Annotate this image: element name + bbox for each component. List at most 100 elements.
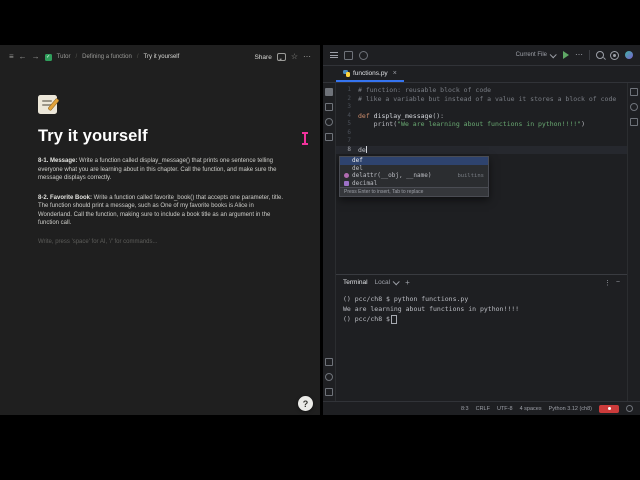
structure-toolwindow-icon[interactable] (325, 133, 333, 141)
code-line[interactable]: 1 # function: reusable block of code (336, 86, 627, 95)
tab-functions-py[interactable]: functions.py × (336, 66, 404, 82)
status-bar: 8:3 CRLF UTF-8 4 spaces Python 3.12 (ch8) (323, 401, 640, 415)
line-number: 6 (347, 128, 351, 136)
package-icon (344, 180, 349, 186)
close-tab-icon[interactable]: × (393, 70, 397, 77)
ide-panel: Current File ⋯ functions.py × 1 # functi… (323, 45, 640, 415)
notion-page-body: Try it yourself 8-1. Message: Write a fu… (0, 69, 320, 245)
breadcrumb-current[interactable]: Try it yourself (144, 54, 180, 60)
sidebar-toggle-icon[interactable]: ≡ (9, 53, 14, 61)
editor-column: 1 # function: reusable block of code 2 # li… (336, 83, 627, 401)
project-icon[interactable] (344, 50, 353, 60)
breadcrumb-separator: / (75, 54, 78, 60)
line-number: 1 (347, 86, 351, 93)
code-line[interactable]: 3 (336, 103, 627, 112)
status-item[interactable]: UTF-8 (497, 406, 513, 412)
terminal-more-icon[interactable]: ⋮ (604, 279, 611, 287)
line-number: 4 (347, 111, 351, 119)
status-item[interactable]: CRLF (476, 406, 490, 412)
notifications-icon[interactable] (630, 88, 638, 96)
code-line[interactable]: 4 def display_message(): (336, 112, 627, 121)
terminal-lines: () pcc/ch8 $ python functions.py We are l… (343, 294, 620, 324)
run-config-label: Current File (515, 52, 547, 58)
notion-toolbar: ≡ ← → ✓ Tutor / Defining a function / Tr… (0, 45, 320, 69)
status-item[interactable]: 4 spaces (520, 406, 542, 412)
terminal-line: () pcc/ch8 $ python functions.py (343, 295, 469, 303)
breadcrumb-workspace[interactable]: Tutor (57, 54, 71, 60)
tab-filename: functions.py (353, 69, 388, 77)
line-number: 7 (347, 137, 351, 144)
function-icon (344, 173, 349, 179)
line-number: 2 (347, 94, 351, 102)
completion-hint: Press Enter to insert, Tab to replace (340, 187, 488, 196)
help-button[interactable]: ? (298, 396, 313, 411)
line-number: 8 (347, 145, 351, 153)
project-toolwindow-icon[interactable] (325, 88, 333, 96)
run-configuration[interactable]: Current File (515, 50, 557, 58)
completion-popup: def del delattr(__obj, __name) builtins deci… (339, 156, 489, 197)
workspace-checkbox-icon: ✓ (44, 53, 52, 61)
code-line[interactable]: 8 de (336, 145, 627, 154)
terminal-output[interactable]: () pcc/ch8 $ python functions.py We are l… (336, 290, 627, 401)
more-actions-icon[interactable]: ⋯ (575, 51, 583, 59)
terminal-minimize-icon[interactable]: − (616, 279, 620, 287)
ai-assistant-icon[interactable] (630, 103, 638, 111)
settings-icon[interactable] (610, 50, 619, 60)
python-console-icon[interactable] (325, 373, 333, 381)
main-menu-icon[interactable] (330, 52, 338, 58)
search-everywhere-icon[interactable] (596, 51, 604, 59)
breadcrumb-parent[interactable]: Defining a function (82, 54, 132, 60)
terminal-tab-local[interactable]: Local (375, 278, 400, 286)
share-button[interactable]: Share (254, 54, 271, 61)
editor-placeholder[interactable]: Write, press 'space' for AI, '/' for com… (38, 239, 284, 245)
terminal-cursor (390, 314, 397, 324)
status-item[interactable]: Python 3.12 (ch8) (549, 406, 592, 412)
terminal-title[interactable]: Terminal (343, 279, 368, 286)
more-options-icon[interactable]: ⋯ (303, 53, 311, 61)
commit-toolwindow-icon[interactable] (325, 103, 333, 111)
code-line[interactable]: 7 (336, 137, 627, 146)
chevron-down-icon (392, 278, 400, 286)
keyword-icon (344, 158, 349, 163)
completion-item[interactable]: del (340, 165, 488, 173)
completion-item[interactable]: delattr(__obj, __name) builtins (340, 172, 488, 180)
chevron-down-icon (549, 50, 557, 58)
page-icon-memo[interactable] (38, 95, 59, 114)
code-editor[interactable]: 1 # function: reusable block of code 2 # li… (336, 83, 627, 274)
right-toolwindow-bar (627, 83, 640, 401)
code-line[interactable]: 2 # like a variable but instead of a valu… (336, 95, 627, 104)
recording-badge (599, 404, 619, 413)
code-lines: 1 # function: reusable block of code 2 # li… (336, 86, 627, 154)
problems-toolwindow-icon[interactable] (325, 388, 333, 396)
page-title[interactable]: Try it yourself (38, 127, 284, 146)
status-items: 8:3 CRLF UTF-8 4 spaces Python 3.12 (ch8) (461, 406, 592, 412)
pull-requests-icon[interactable] (325, 118, 333, 126)
completion-item[interactable]: decimal (340, 180, 488, 188)
ide-topbar: Current File ⋯ (323, 45, 640, 66)
screen-content: ≡ ← → ✓ Tutor / Defining a function / Tr… (0, 45, 640, 415)
code-line[interactable]: 5 print("We are learning about functions… (336, 120, 627, 129)
run-button[interactable] (563, 51, 569, 59)
exercise-8-1-paragraph[interactable]: 8-1. Message: Write a function called di… (38, 157, 284, 183)
comments-icon[interactable] (276, 53, 286, 61)
user-avatar[interactable] (625, 51, 633, 59)
terminal-line: We are learning about functions in pytho… (343, 305, 520, 313)
vcs-icon[interactable] (359, 50, 368, 60)
terminal-actions: ⋮ − (604, 279, 620, 287)
collaborator-cursor (302, 132, 308, 145)
event-log-icon[interactable] (626, 405, 633, 412)
terminal-toolwindow-icon[interactable] (325, 358, 333, 366)
back-icon[interactable]: ← (19, 53, 27, 61)
exercise-8-1-lead: 8-1. Message: (38, 158, 78, 164)
database-toolwindow-icon[interactable] (630, 118, 638, 126)
forward-icon[interactable]: → (32, 53, 40, 61)
completion-item[interactable]: def (340, 157, 488, 165)
status-item[interactable]: 8:3 (461, 406, 469, 412)
code-line[interactable]: 6 (336, 129, 627, 138)
new-terminal-icon[interactable]: + (405, 278, 410, 287)
notion-panel: ≡ ← → ✓ Tutor / Defining a function / Tr… (0, 45, 320, 415)
toolbar-divider (589, 50, 590, 60)
exercise-8-2-lead: 8-2. Favorite Book: (38, 194, 93, 201)
exercise-8-2-paragraph[interactable]: 8-2. Favorite Book: Write a function cal… (38, 194, 284, 228)
star-icon[interactable]: ☆ (291, 53, 298, 61)
